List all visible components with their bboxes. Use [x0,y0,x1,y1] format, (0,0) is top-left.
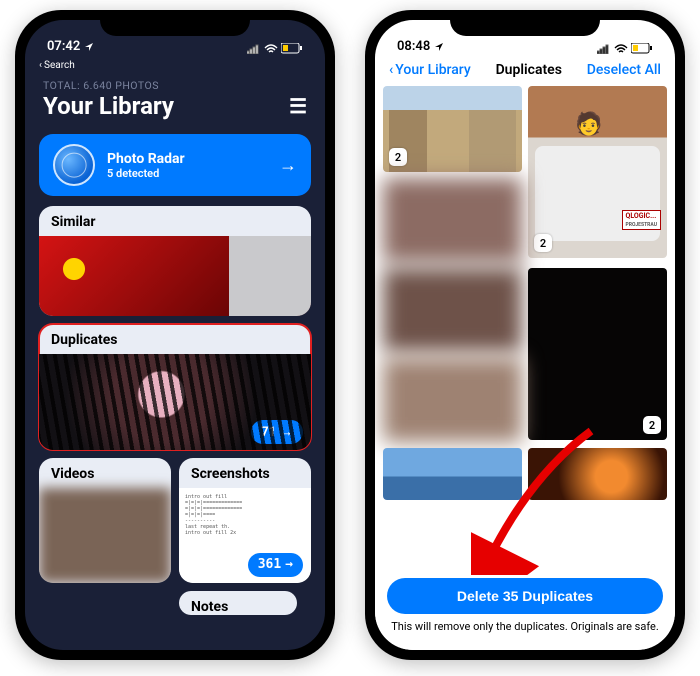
signal-icon [247,44,261,54]
card-screenshots[interactable]: Screenshots intro out fill=|=|=|========… [179,458,311,583]
photo-radar-card[interactable]: Photo Radar 5 detected → [39,134,311,196]
page-title: Your Library [43,92,174,120]
total-photos: TOTAL: 6.640 PHOTOS [25,75,325,92]
arrow-right-icon: → [279,155,297,176]
back-to-search[interactable]: ‹ Search [25,56,325,75]
back-label: Search [44,60,75,71]
chevron-left-icon: ‹ [389,62,393,78]
arrow-right-icon: → [285,557,293,573]
duplicates-count: 71 [261,425,276,440]
status-time: 08:48 [397,39,430,54]
phone-right: 08:48 ‹ Your Library Duplicates Deselect… [365,10,685,660]
dup-thumb-5[interactable]: 2 [528,268,667,440]
dup-count-badge: 2 [389,148,407,166]
card-screenshots-label: Screenshots [179,458,311,488]
card-screenshots-thumb: intro out fill=|=|=|==============|=|=|=… [179,488,311,583]
deselect-all-button[interactable]: Deselect All [587,62,661,78]
phone-left: 07:42 ‹ Search TOTAL: 6.640 PHOTOS Your … [15,10,335,660]
similar-count: 3428 [246,291,276,306]
dup-count-badge: 2 [534,234,552,252]
delete-duplicates-button[interactable]: Delete 35 Duplicates [387,578,663,614]
radar-subtitle: 5 detected [107,167,267,180]
nav-bar: ‹ Your Library Duplicates Deselect All [375,56,675,84]
wifi-icon [264,44,278,54]
dup-thumb-8[interactable] [528,448,667,500]
dup-thumb-1[interactable]: 2 [383,86,522,172]
dup-count-badge: 2 [643,416,661,434]
menu-button[interactable]: ☰ [289,94,307,118]
screen-library: 07:42 ‹ Search TOTAL: 6.640 PHOTOS Your … [25,20,325,650]
wifi-icon [614,44,628,54]
location-icon [84,42,94,52]
card-similar[interactable]: Similar 3428 → [39,206,311,316]
notch [450,10,600,36]
arrow-right-icon: → [280,290,293,306]
radar-icon [53,144,95,186]
dup-thumb-2[interactable]: QLOGIC... PROJESTRAU 2 [528,86,667,258]
dup-thumb-4[interactable] [383,268,522,352]
status-time: 07:42 [47,39,80,54]
card-duplicates-label: Duplicates [39,324,311,354]
dup-thumb-3[interactable] [383,178,522,262]
similar-count-badge: 3428 → [236,286,303,310]
screen-duplicates: 08:48 ‹ Your Library Duplicates Deselect… [375,20,675,650]
battery-icon [281,43,303,54]
screenshots-count: 361 [258,557,281,573]
chevron-left-icon: ‹ [39,60,42,71]
card-similar-label: Similar [39,206,311,236]
card-duplicates-thumb: 71 → [39,354,311,450]
bottom-panel: Delete 35 Duplicates This will remove on… [375,572,675,650]
screenshots-count-badge: 361 → [248,553,303,577]
duplicate-grid: 2 QLOGIC... PROJESTRAU 2 2 [375,84,675,502]
duplicates-count-badge: 71 → [251,420,303,444]
nav-back-button[interactable]: ‹ Your Library [389,62,471,78]
card-videos[interactable]: Videos [39,458,171,583]
notch [100,10,250,36]
dup-thumb-7[interactable] [383,448,522,500]
nav-title: Duplicates [496,62,562,78]
battery-icon [631,43,653,54]
card-notes-label: Notes [179,591,297,615]
card-videos-thumb [39,488,171,583]
card-notes[interactable]: Notes [179,591,297,615]
radar-title: Photo Radar [107,151,267,167]
nav-back-label: Your Library [395,62,470,78]
delete-note: This will remove only the duplicates. Or… [387,620,663,634]
qlogic-label: QLOGIC... PROJESTRAU [622,210,661,230]
card-videos-label: Videos [39,458,171,488]
location-icon [434,42,444,52]
arrow-right-icon: → [280,424,293,440]
card-duplicates[interactable]: Duplicates 71 → [39,324,311,450]
status-indicators [597,43,653,54]
signal-icon [597,44,611,54]
card-similar-thumb: 3428 → [39,236,311,316]
status-indicators [247,43,303,54]
dup-thumb-6[interactable] [383,358,522,442]
